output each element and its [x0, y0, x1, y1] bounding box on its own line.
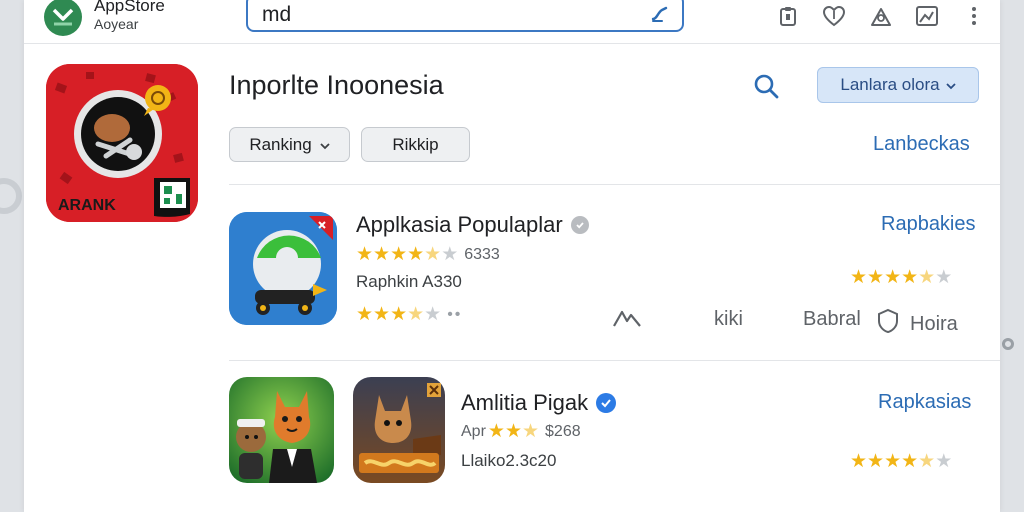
- background-shape: [1002, 338, 1014, 350]
- background-edge-left: [0, 0, 24, 512]
- app-window: AppStore Aoyear md ARANK Inporlte Inoone…: [24, 0, 1000, 512]
- more-vert-icon[interactable]: [962, 4, 986, 28]
- verified-icon: [570, 216, 589, 234]
- app-title: AppStore: [94, 0, 165, 15]
- more-dots-icon: ••: [447, 305, 463, 323]
- background-edge-right: [1000, 0, 1024, 512]
- chevron-down-icon: [320, 135, 330, 155]
- rating-row-popular: ★★★★★★ 6333: [356, 243, 500, 266]
- side-rating-cat: ★★★★★★: [850, 450, 952, 473]
- chevron-down-icon: [945, 75, 956, 95]
- app-icon-popular[interactable]: [229, 212, 337, 325]
- account-icon[interactable]: [869, 4, 893, 28]
- app-subline-cat: Llaiko2.3c20: [461, 451, 557, 470]
- filter-rikkip[interactable]: Rikkip: [361, 127, 470, 162]
- rating-row-secondary: ★★★★★ ••: [356, 303, 462, 326]
- featured-app-label: ARANK: [58, 197, 116, 214]
- search-icon[interactable]: [752, 72, 780, 105]
- app-title-popular[interactable]: Applkasia Populaplar: [356, 212, 589, 238]
- app-link-popular[interactable]: Rapbakies: [881, 213, 976, 236]
- filter-ranking-label: Ranking: [249, 134, 312, 154]
- app-icon-cat-hero[interactable]: [229, 377, 334, 483]
- chart-icon[interactable]: [612, 308, 642, 328]
- star-rating: ★★★★★★: [356, 244, 459, 265]
- action-kiki[interactable]: kiki: [714, 308, 743, 331]
- star-rating: ★★★: [487, 421, 540, 442]
- app-title-popular-text: Applkasia Populaplar: [356, 212, 563, 237]
- divider: [229, 184, 1000, 185]
- action-hoira[interactable]: Hoira: [876, 308, 958, 340]
- clipboard-icon[interactable]: [776, 4, 800, 28]
- store-logo-icon[interactable]: [44, 0, 82, 36]
- search-box[interactable]: [246, 0, 684, 32]
- background-shape: [0, 178, 22, 214]
- divider: [229, 360, 1000, 361]
- rating-count: 6333: [464, 245, 500, 263]
- gallery-icon[interactable]: [915, 4, 939, 28]
- app-title-cat-text: Amlitia Pigak: [461, 390, 589, 415]
- filter-rikkip-label: Rikkip: [392, 134, 439, 154]
- star-rating: ★★★★★: [356, 304, 442, 325]
- shield-icon: [876, 308, 900, 340]
- rating-count: $268: [545, 422, 581, 440]
- star-rating: ★★★★★★: [850, 451, 953, 472]
- top-bar: AppStore Aoyear: [24, 0, 1000, 44]
- featured-app-icon[interactable]: ARANK: [46, 64, 198, 222]
- verified-icon: [596, 393, 617, 413]
- rating-row-cat: Apr ★★★ $268: [461, 420, 581, 443]
- heart-icon[interactable]: [822, 4, 846, 28]
- star-rating: ★★★★★★: [850, 267, 953, 288]
- rating-prefix: Apr: [461, 422, 486, 440]
- search-input[interactable]: [262, 1, 632, 29]
- app-title-cat[interactable]: Amlitia Pigak: [461, 390, 617, 416]
- filter-ranking[interactable]: Ranking: [229, 127, 350, 162]
- language-select[interactable]: Lanlara olora: [817, 67, 979, 103]
- filter-link[interactable]: Lanbeckas: [873, 133, 970, 156]
- app-subline-popular: Raphkin A330: [356, 272, 462, 291]
- action-hoira-label: Hoira: [910, 312, 958, 335]
- side-rating-popular: ★★★★★★: [850, 266, 952, 289]
- app-subtitle: Aoyear: [94, 16, 139, 32]
- language-select-label: Lanlara olora: [840, 75, 940, 94]
- action-babral[interactable]: Babral: [803, 308, 861, 331]
- page-title: Inporlte Inoonesia: [229, 70, 444, 100]
- edit-icon[interactable]: [650, 4, 670, 29]
- app-icon-cat-adventure[interactable]: [353, 377, 445, 483]
- app-link-cat[interactable]: Rapkasias: [878, 391, 971, 414]
